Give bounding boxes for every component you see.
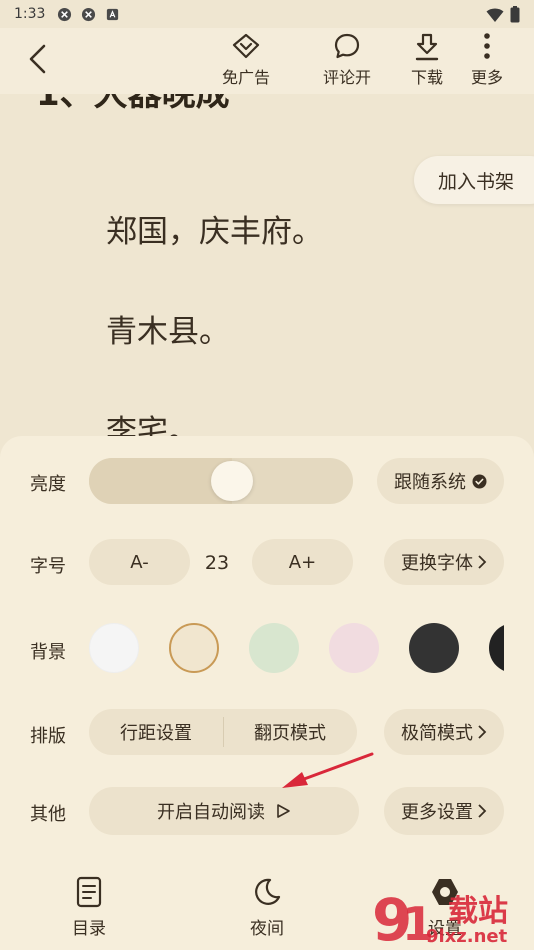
chevron-right-icon — [478, 725, 487, 739]
follow-system-button[interactable]: 跟随系统 — [377, 458, 504, 504]
keyboard-notification-icon — [107, 8, 119, 20]
status-time: 1:33 — [14, 6, 46, 22]
watermark-text-bottom: 9lxz.net — [426, 926, 508, 947]
reading-area[interactable]: 1、大器晚成 郑国，庆丰府。 青木县。 李宅。 加入书架 — [0, 94, 534, 436]
night-mode-nav-label: 夜间 — [250, 919, 284, 939]
back-button[interactable] — [22, 42, 56, 76]
more-vertical-icon — [484, 33, 490, 59]
reader-top-bar: 免广告 评论开 下载 更多 — [0, 28, 534, 94]
watermark-text-top: 载站 — [448, 894, 508, 929]
change-font-button[interactable]: 更换字体 — [384, 539, 504, 585]
add-to-bookshelf-button[interactable]: 加入书架 — [413, 156, 534, 204]
chevron-right-icon — [478, 804, 487, 818]
comments-toggle-label: 评论开 — [322, 68, 371, 87]
catalog-nav-button[interactable]: 目录 — [49, 876, 129, 939]
comment-icon — [334, 33, 360, 59]
wifi-icon — [486, 8, 504, 22]
reading-settings-panel: 亮度 跟随系统 字号 A- 23 A+ 更换字体 背景 排版 行距设置 翻页模式… — [0, 436, 534, 950]
brightness-slider[interactable] — [89, 458, 353, 504]
background-swatch-beige[interactable] — [169, 623, 219, 673]
background-swatch-green[interactable] — [249, 623, 299, 673]
minimal-mode-button[interactable]: 极简模式 — [384, 709, 504, 755]
brightness-label: 亮度 — [30, 474, 66, 495]
brightness-slider-thumb[interactable] — [210, 461, 253, 501]
comments-toggle-button[interactable]: 评论开 — [315, 32, 379, 90]
background-swatch-black[interactable] — [489, 623, 504, 673]
app-notification-icon — [58, 7, 72, 21]
paragraph: 青木县。 — [106, 314, 230, 350]
site-watermark: 9 1 载站 9lxz.net — [368, 880, 534, 950]
follow-system-label: 跟随系统 — [394, 472, 466, 493]
catalog-icon — [76, 876, 102, 908]
change-font-label: 更换字体 — [401, 553, 473, 574]
minimal-mode-label: 极简模式 — [401, 723, 473, 744]
night-mode-nav-button[interactable]: 夜间 — [227, 876, 307, 939]
paragraph: 郑国，庆丰府。 — [106, 214, 323, 250]
catalog-nav-label: 目录 — [72, 919, 106, 939]
background-label: 背景 — [30, 642, 66, 663]
other-label: 其他 — [30, 804, 66, 825]
background-swatch-dark-gray[interactable] — [409, 623, 459, 673]
background-swatch-white[interactable] — [89, 623, 139, 673]
paragraph: 李宅。 — [106, 414, 199, 436]
background-swatch-clip — [489, 623, 504, 673]
auto-read-label: 开启自动阅读 — [157, 802, 265, 823]
line-spacing-button[interactable]: 行距设置 — [89, 719, 223, 745]
moon-icon — [255, 878, 281, 905]
download-icon — [415, 33, 439, 61]
remove-ads-button[interactable]: 免广告 — [214, 32, 278, 90]
remove-ads-label: 免广告 — [221, 68, 270, 87]
download-label: 下载 — [410, 68, 443, 87]
chapter-title: 1、大器晚成 — [36, 94, 230, 114]
layout-label: 排版 — [30, 726, 66, 747]
more-button[interactable]: 更多 — [455, 32, 519, 90]
font-size-decrease-button[interactable]: A- — [89, 539, 190, 585]
segment-divider — [223, 717, 224, 747]
download-button[interactable]: 下载 — [395, 32, 459, 90]
battery-icon — [510, 6, 520, 23]
app-notification-icon — [82, 7, 96, 21]
more-label: 更多 — [470, 68, 503, 87]
more-settings-label: 更多设置 — [401, 802, 473, 823]
font-size-increase-button[interactable]: A+ — [252, 539, 353, 585]
check-circle-icon — [472, 474, 487, 488]
font-size-value: 23 — [204, 552, 230, 574]
diamond-icon — [232, 33, 260, 59]
background-swatch-pink[interactable] — [329, 623, 379, 673]
chevron-right-icon — [478, 555, 487, 569]
play-icon — [277, 804, 290, 818]
status-bar: 1:33 — [0, 0, 534, 28]
font-size-label: 字号 — [30, 556, 66, 577]
annotation-arrow — [282, 752, 374, 788]
more-settings-button[interactable]: 更多设置 — [384, 787, 504, 835]
